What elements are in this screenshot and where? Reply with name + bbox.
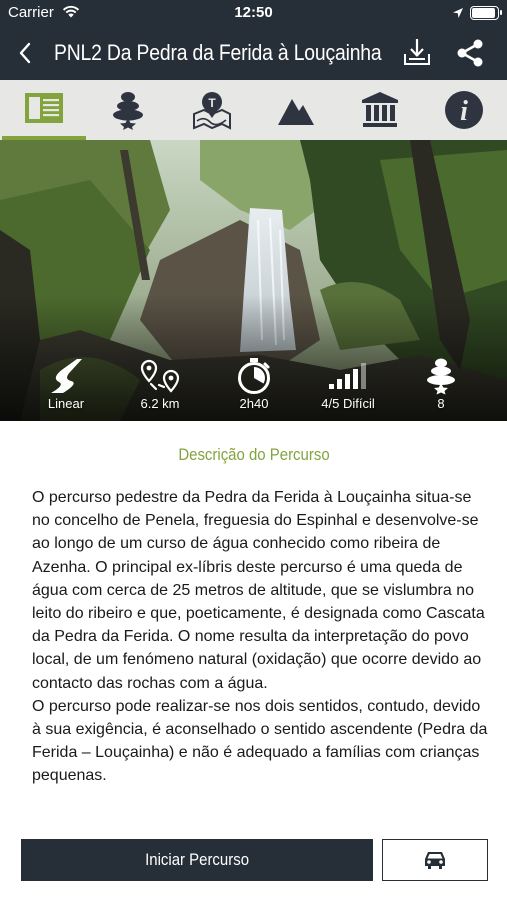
stacked-stones-icon (427, 358, 455, 395)
share-icon (457, 39, 483, 67)
stat-duration: 2h40 (209, 350, 299, 421)
distance-icon (140, 359, 180, 393)
stacked-stones-icon (113, 92, 143, 130)
museum-icon (362, 92, 398, 127)
description-title: Descrição do Percurso (0, 445, 507, 465)
tab-description[interactable] (2, 80, 86, 140)
download-button[interactable] (400, 36, 434, 70)
difficulty-bars-icon (329, 363, 366, 389)
stat-difficulty: 4/5 Difícil (303, 350, 393, 421)
map-icon: T (193, 92, 231, 130)
start-route-button[interactable]: Iniciar Percurso (21, 839, 373, 881)
status-bar: Carrier 12:50 (0, 0, 507, 26)
tab-stones[interactable] (86, 80, 170, 140)
clock: 12:50 (234, 4, 273, 21)
back-button[interactable] (10, 37, 40, 69)
stat-distance-label: 6.2 km (140, 396, 180, 411)
stat-landmarks: 8 (396, 350, 486, 421)
svg-text:T: T (208, 96, 216, 110)
tab-terrain[interactable] (254, 80, 338, 140)
stat-landmarks-label: 8 (437, 396, 445, 411)
hero-photo: Linear 6.2 km 2h40 4/5 Difícil 8 (0, 140, 507, 421)
mountain-icon (278, 99, 314, 125)
info-icon: i (445, 91, 483, 129)
description-text: O percurso pedestre da Pedra da Ferida à… (32, 489, 488, 785)
description-title-text: Descrição do Percurso (177, 445, 330, 464)
scroll-fade (0, 812, 507, 836)
tab-map[interactable]: T (170, 80, 254, 140)
stat-route-type-label: Linear (47, 396, 85, 411)
route-type-icon (51, 359, 82, 393)
car-icon (425, 852, 445, 869)
battery-icon (470, 6, 502, 20)
start-route-label: Iniciar Percurso (145, 850, 249, 869)
stat-distance: 6.2 km (115, 350, 205, 421)
stat-difficulty-label: 4/5 Difícil (321, 396, 375, 411)
svg-text:i: i (460, 96, 468, 127)
stopwatch-icon (238, 358, 270, 394)
stat-route-type: Linear (21, 350, 111, 421)
page-title: PNL2 Da Pedra da Ferida à Louçainha (54, 40, 382, 65)
description-scroll-area[interactable]: O percurso pedestre da Pedra da Ferida à… (32, 486, 492, 824)
share-button[interactable] (453, 36, 487, 70)
tab-info[interactable]: i (422, 80, 506, 140)
download-icon (404, 39, 430, 65)
description-icon (25, 93, 63, 123)
chevron-left-icon (19, 42, 31, 64)
route-stats: Linear 6.2 km 2h40 4/5 Difícil 8 (0, 350, 507, 421)
tab-bar: T i (0, 80, 507, 140)
tab-heritage[interactable] (338, 80, 422, 140)
stat-duration-label: 2h40 (239, 396, 269, 411)
navigation-bar: PNL2 Da Pedra da Ferida à Louçainha (0, 26, 507, 80)
location-arrow-icon (452, 6, 464, 23)
directions-by-car-button[interactable] (382, 839, 488, 881)
